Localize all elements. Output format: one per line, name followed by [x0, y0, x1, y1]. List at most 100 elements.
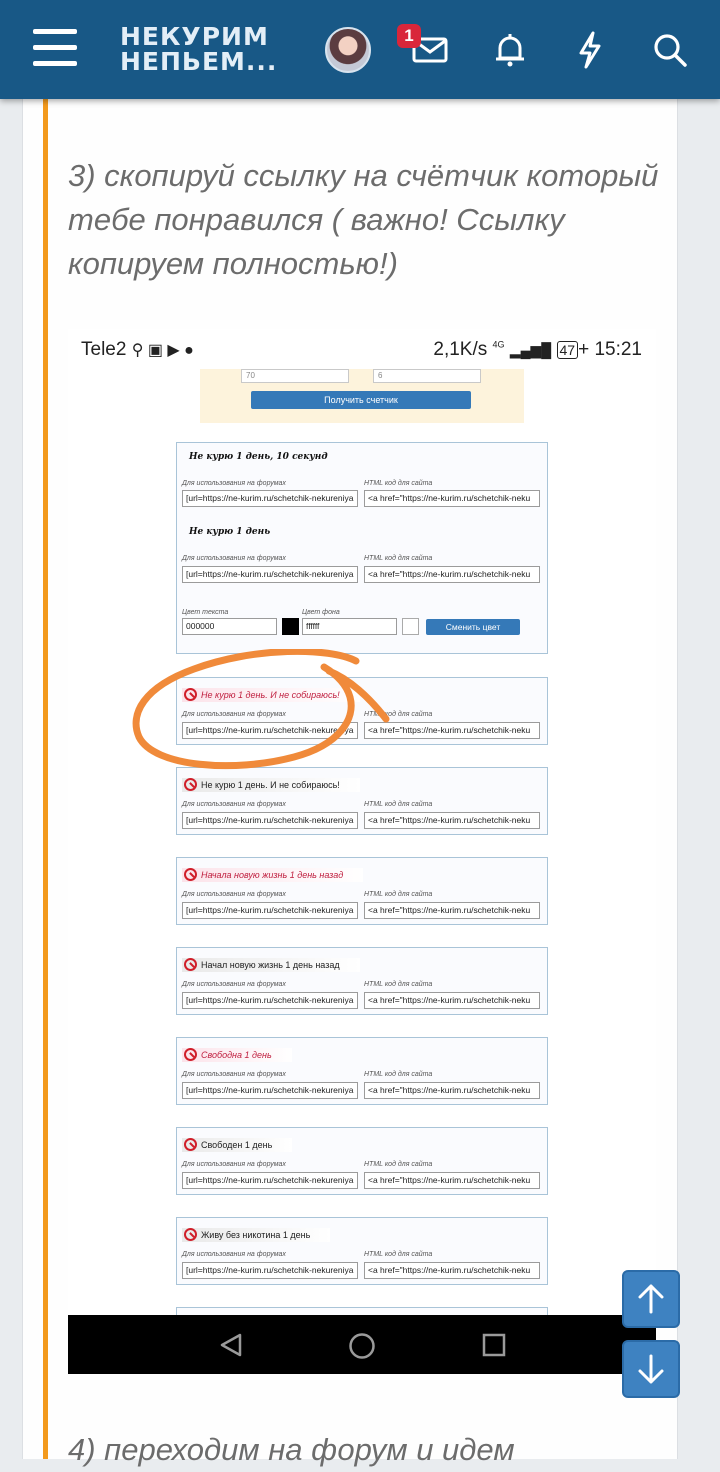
- avatar[interactable]: [325, 27, 371, 73]
- forum-code-field[interactable]: [url=https://ne-kurim.ru/schetchik-nekur…: [182, 1262, 358, 1279]
- counter-card: Начал новую жизнь 1 день назад Для испол…: [176, 947, 548, 1015]
- forum-code-field[interactable]: [url=https://ne-kurim.ru/schetchik-nekur…: [182, 812, 358, 829]
- html-code-field[interactable]: <a href="https://ne-kurim.ru/schetchik-n…: [364, 812, 540, 829]
- counter-card-title: Начал новую жизнь 1 день назад: [182, 958, 360, 972]
- site-logo[interactable]: НЕКУРИМ НЕПЬЕМ...: [120, 24, 277, 74]
- no-smoking-icon: [184, 1048, 197, 1061]
- network-type: 4G: [492, 339, 505, 350]
- days-input[interactable]: 6: [373, 369, 481, 383]
- forum-code-field[interactable]: [url=https://ne-kurim.ru/schetchik-nekur…: [182, 1082, 358, 1099]
- text-color-input[interactable]: 000000: [182, 618, 277, 635]
- carrier: Tele2: [81, 339, 127, 360]
- quote-accent-bar: [43, 99, 48, 1459]
- forum-code-field[interactable]: [url=https://ne-kurim.ru/schetchik-nekur…: [182, 1172, 358, 1189]
- get-counter-button[interactable]: Получить счетчик: [251, 391, 471, 409]
- forum-label: Для использования на форумах: [182, 981, 286, 988]
- back-icon[interactable]: [218, 1332, 244, 1358]
- no-smoking-icon: [184, 778, 197, 791]
- no-smoking-icon: [184, 1228, 197, 1241]
- forum-code-field[interactable]: [url=https://ne-kurim.ru/schetchik-nekur…: [182, 902, 358, 919]
- bell-icon[interactable]: [488, 28, 532, 72]
- html-label: HTML код для сайта: [364, 555, 433, 562]
- forum-label: Для использования на форумах: [182, 480, 286, 487]
- html-label: HTML код для сайта: [364, 981, 433, 988]
- android-nav-bar: [68, 1315, 656, 1374]
- counter-form: 70 6 Получить счетчик: [200, 369, 524, 423]
- bg-color-input[interactable]: ffffff: [302, 618, 397, 635]
- home-icon[interactable]: [348, 1332, 376, 1360]
- search-icon[interactable]: [648, 28, 692, 72]
- phone-status-bar: Tele2 ⚲ ▣ ▶ ● 2,1K/s 4G ▂▄▆█ 47 + 15:21: [68, 329, 656, 369]
- text-color-swatch[interactable]: [282, 618, 299, 635]
- counter-card: Начала новую жизнь 1 день назад Для испо…: [176, 857, 548, 925]
- counter-card-title: Не курю 1 день. И не собираюсь!: [182, 778, 360, 792]
- counter-card: Живу без никотина 1 день Для использован…: [176, 1217, 548, 1285]
- top-bar: НЕКУРИМ НЕПЬЕМ... 1: [0, 0, 720, 99]
- forum-label: Для использования на форумах: [182, 891, 286, 898]
- forum-code-field[interactable]: [url=https://ne-kurim.ru/schetchik-nekur…: [182, 566, 358, 583]
- forum-label: Для использования на форумах: [182, 1161, 286, 1168]
- html-label: HTML код для сайта: [364, 1071, 433, 1078]
- no-smoking-icon: [184, 868, 197, 881]
- orange-circle-annotation: [132, 649, 390, 770]
- html-label: HTML код для сайта: [364, 480, 433, 487]
- scroll-down-button[interactable]: [622, 1340, 680, 1398]
- text-color-label: Цвет текста: [182, 609, 229, 616]
- counter-card-title: Свободен 1 день: [182, 1138, 293, 1152]
- html-label: HTML код для сайта: [364, 1161, 433, 1168]
- html-code-field[interactable]: <a href="https://ne-kurim.ru/schetchik-n…: [364, 1172, 540, 1189]
- counter-card-title-text: Живу без никотина 1 день: [201, 1230, 311, 1240]
- step-4-text: 4) переходим на форум и идем: [68, 1432, 515, 1467]
- battery: 47: [556, 341, 579, 359]
- forum-label: Для использования на форумах: [182, 555, 286, 562]
- step-3-text: 3) скопируй ссылку на счётчик который те…: [68, 158, 659, 281]
- recents-icon[interactable]: [481, 1332, 507, 1358]
- html-label: HTML код для сайта: [364, 1251, 433, 1258]
- html-code-field[interactable]: <a href="https://ne-kurim.ru/schetchik-n…: [364, 1082, 540, 1099]
- html-label: HTML код для сайта: [364, 891, 433, 898]
- years-input[interactable]: 70: [241, 369, 349, 383]
- net-speed: 2,1K/s: [433, 339, 488, 360]
- forum-code-field[interactable]: [url=https://ne-kurim.ru/schetchik-nekur…: [182, 490, 358, 507]
- menu-icon[interactable]: [33, 29, 77, 67]
- counter-card-title: Живу без никотина 1 день: [182, 1228, 331, 1242]
- logo-line-1: НЕКУРИМ: [120, 22, 269, 51]
- html-code-field[interactable]: <a href="https://ne-kurim.ru/schetchik-n…: [364, 490, 540, 507]
- counter-card-title-text: Не курю 1 день. И не собираюсь!: [201, 780, 340, 790]
- notification-badge: 1: [397, 24, 421, 48]
- embedded-screenshot[interactable]: Tele2 ⚲ ▣ ▶ ● 2,1K/s 4G ▂▄▆█ 47 + 15:21 7…: [68, 329, 656, 1374]
- html-label: HTML код для сайта: [364, 801, 433, 808]
- scroll-up-button[interactable]: [622, 1270, 680, 1328]
- logo-line-2: НЕПЬЕМ...: [120, 47, 278, 76]
- html-code-field[interactable]: <a href="https://ne-kurim.ru/schetchik-n…: [364, 1262, 540, 1279]
- bg-color-label: Цвет фона: [302, 609, 340, 616]
- counter-title-2: Не курю 1 день: [189, 527, 271, 537]
- counter-card: Свободен 1 день Для использования на фор…: [176, 1127, 548, 1195]
- counter-card-title-text: Свободна 1 день: [201, 1050, 272, 1060]
- status-left: Tele2 ⚲ ▣ ▶ ●: [81, 339, 194, 361]
- forum-label: Для использования на форумах: [182, 1071, 286, 1078]
- lightning-icon[interactable]: [568, 28, 612, 72]
- counter-card-title-text: Свободен 1 день: [201, 1140, 273, 1150]
- forum-code-field[interactable]: [url=https://ne-kurim.ru/schetchik-nekur…: [182, 992, 358, 1009]
- change-color-button[interactable]: Сменить цвет: [426, 619, 520, 635]
- counter-card-title: Начала новую жизнь 1 день назад: [182, 868, 364, 882]
- counter-title-1: Не курю 1 день, 10 секунд: [189, 452, 328, 462]
- counter-card-title-text: Начала новую жизнь 1 день назад: [201, 870, 344, 880]
- counter-card-title-text: Начал новую жизнь 1 день назад: [201, 960, 340, 970]
- bg-color-swatch[interactable]: [402, 618, 419, 635]
- forum-label: Для использования на форумах: [182, 1251, 286, 1258]
- arrow-down-icon: [638, 1354, 664, 1384]
- counter-card-title: Свободна 1 день: [182, 1048, 292, 1062]
- html-code-field[interactable]: <a href="https://ne-kurim.ru/schetchik-n…: [364, 566, 540, 583]
- no-smoking-icon: [184, 1138, 197, 1151]
- clock: 15:21: [594, 339, 642, 360]
- battery-level: 47: [559, 342, 576, 358]
- counter-card-main: Не курю 1 день, 10 секунд Для использова…: [176, 442, 548, 654]
- status-icons: ⚲ ▣ ▶ ●: [131, 342, 194, 359]
- status-right: 2,1K/s 4G ▂▄▆█ 47 + 15:21: [433, 339, 642, 360]
- html-code-field[interactable]: <a href="https://ne-kurim.ru/schetchik-n…: [364, 902, 540, 919]
- html-code-field[interactable]: <a href="https://ne-kurim.ru/schetchik-n…: [364, 992, 540, 1009]
- signal-icon: ▂▄▆█: [509, 342, 552, 358]
- counter-card: Свободна 1 день Для использования на фор…: [176, 1037, 548, 1105]
